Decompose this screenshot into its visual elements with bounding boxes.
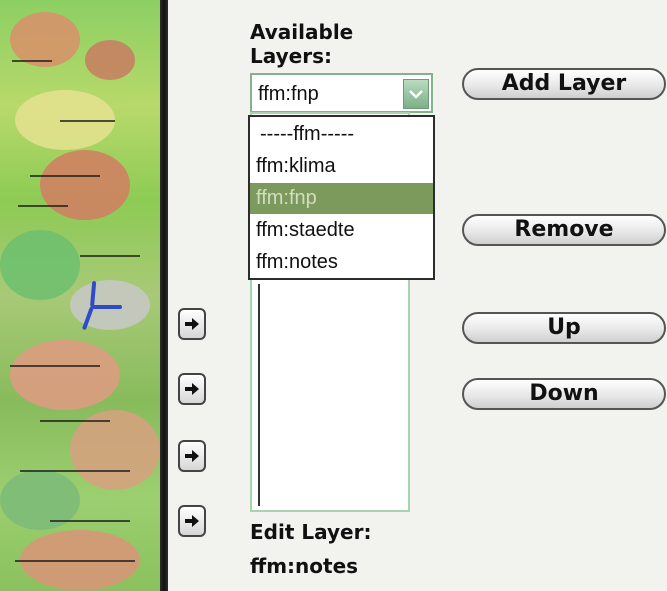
layer-dropdown-list[interactable]: -----ffm----- ffm:klima ffm:fnp ffm:stae… bbox=[248, 115, 435, 280]
move-right-button-4[interactable] bbox=[178, 505, 206, 537]
arrow-right-icon bbox=[185, 318, 199, 330]
add-layer-button[interactable]: Add Layer bbox=[462, 68, 666, 100]
layer-list-scroll-line bbox=[258, 284, 260, 506]
layer-select-value: ffm:fnp bbox=[258, 83, 319, 105]
up-button[interactable]: Up bbox=[462, 312, 666, 344]
edit-layer-label: Edit Layer: bbox=[250, 520, 372, 544]
panel-divider bbox=[160, 0, 168, 591]
dropdown-option-klima[interactable]: ffm:klima bbox=[250, 151, 433, 182]
dropdown-option-staedte[interactable]: ffm:staedte bbox=[250, 215, 433, 246]
dropdown-option-fnp[interactable]: ffm:fnp bbox=[250, 183, 433, 214]
layer-select[interactable]: ffm:fnp bbox=[250, 73, 433, 113]
move-right-button-1[interactable] bbox=[178, 308, 206, 340]
arrow-right-icon bbox=[185, 450, 199, 462]
map-preview[interactable] bbox=[0, 0, 160, 591]
move-right-button-3[interactable] bbox=[178, 440, 206, 472]
available-layers-label: Available Layers: bbox=[250, 20, 354, 68]
down-button[interactable]: Down bbox=[462, 378, 666, 410]
arrow-right-icon bbox=[185, 383, 199, 395]
move-right-button-2[interactable] bbox=[178, 373, 206, 405]
arrow-right-icon bbox=[185, 515, 199, 527]
chevron-down-icon[interactable] bbox=[403, 79, 429, 109]
dropdown-option-notes[interactable]: ffm:notes bbox=[250, 247, 433, 278]
dropdown-option-group-ffm[interactable]: -----ffm----- bbox=[250, 119, 433, 150]
edit-layer-value: ffm:notes bbox=[250, 554, 359, 578]
remove-button[interactable]: Remove bbox=[462, 214, 666, 246]
